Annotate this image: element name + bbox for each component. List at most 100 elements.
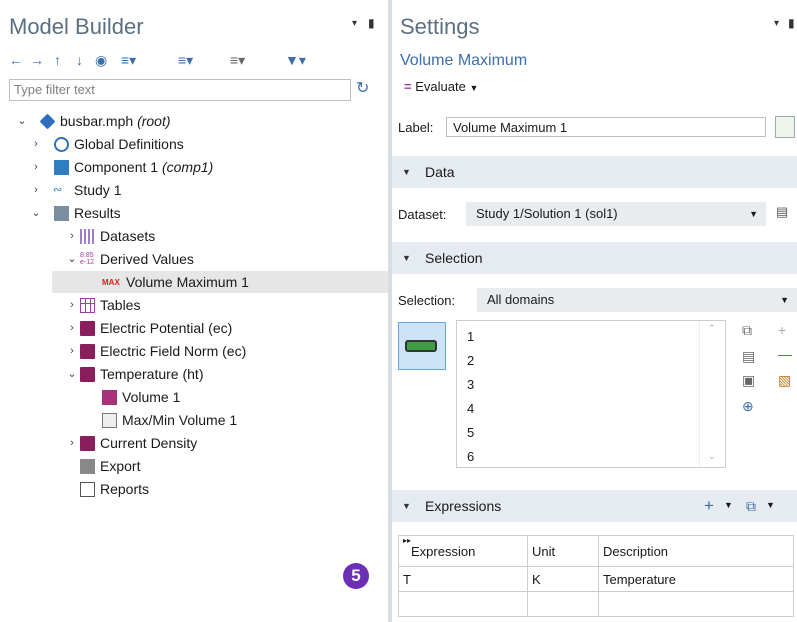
- domain-list[interactable]: 1 2 3 4 5 6: [456, 320, 726, 468]
- label-field-label: Label:: [398, 120, 434, 135]
- tree-node-label: busbar.mph (root): [60, 113, 171, 129]
- tree-node-label: Export: [100, 458, 141, 474]
- column-header-description[interactable]: Description: [598, 535, 794, 567]
- collapse-triangle-icon: ▼: [402, 501, 411, 511]
- add-node-icon[interactable]: ▼▾: [285, 52, 306, 69]
- panel-menu-icon[interactable]: ▾: [774, 18, 779, 29]
- forward-arrow-icon[interactable]: →: [30, 52, 44, 68]
- table-row[interactable]: T K Temperature: [398, 566, 794, 592]
- maxmin-volume-icon: [102, 413, 117, 428]
- tree-node-results[interactable]: ⌄ Results: [30, 202, 370, 224]
- tree-node-electric-potential[interactable]: › Electric Potential (ec): [52, 317, 372, 339]
- filter-box[interactable]: [9, 79, 351, 101]
- clipboard-icon[interactable]: ▣: [742, 372, 755, 389]
- list-scrollbar[interactable]: ⌃ ⌄: [699, 321, 726, 467]
- evaluate-button[interactable]: = Evaluate ▼: [404, 79, 478, 94]
- expand-chevron-icon[interactable]: ›: [30, 156, 42, 178]
- remove-from-selection-icon[interactable]: —: [778, 346, 792, 362]
- list-item[interactable]: 3: [467, 373, 474, 397]
- tree-node-volume-maximum[interactable]: MAX Volume Maximum 1: [52, 271, 388, 293]
- tree-node-export[interactable]: Export: [52, 455, 372, 477]
- refresh-icon[interactable]: ↻: [356, 78, 369, 98]
- tree-node-datasets[interactable]: › Datasets: [52, 225, 372, 247]
- expand-arrows-icon[interactable]: ▸▸: [403, 536, 411, 545]
- tree-node-derived-values[interactable]: ⌄ 8.85 e-12 Derived Values: [52, 248, 372, 270]
- list-item[interactable]: 6: [467, 445, 474, 469]
- edit-node-label-icon[interactable]: [775, 116, 795, 138]
- tree-node-component[interactable]: › Component 1 (comp1): [30, 156, 370, 178]
- add-expression-icon[interactable]: +: [704, 496, 714, 516]
- description-cell[interactable]: Temperature: [598, 566, 794, 592]
- tree-node-label: Global Definitions: [74, 136, 184, 152]
- expand-chevron-icon[interactable]: ›: [66, 225, 78, 247]
- expand-sections-icon[interactable]: ≡▾: [121, 52, 136, 69]
- unit-cell[interactable]: K: [527, 566, 599, 592]
- expand-chevron-icon[interactable]: ›: [66, 294, 78, 316]
- section-selection[interactable]: ▼ Selection: [392, 242, 797, 274]
- go-to-source-icon[interactable]: ▤: [776, 204, 788, 220]
- expand-chevron-icon[interactable]: ›: [66, 340, 78, 362]
- selection-select[interactable]: All domains ▼: [477, 288, 797, 312]
- tree-node-current-density[interactable]: › Current Density: [52, 432, 372, 454]
- filter-input[interactable]: [10, 80, 344, 98]
- clear-selection-icon[interactable]: ▧: [778, 372, 791, 389]
- list-item[interactable]: 4: [467, 397, 474, 421]
- move-up-icon[interactable]: ↑: [54, 52, 61, 68]
- scroll-up-icon[interactable]: ⌃: [708, 323, 716, 334]
- collapse-chevron-icon[interactable]: ⌄: [66, 363, 78, 385]
- expand-chevron-icon[interactable]: ›: [66, 432, 78, 454]
- collapse-icon[interactable]: ≡▾: [178, 52, 193, 69]
- collapse-chevron-icon[interactable]: ⌄: [30, 202, 42, 224]
- tree-node-electric-field-norm[interactable]: › Electric Field Norm (ec): [52, 340, 372, 362]
- section-expressions[interactable]: ▼ Expressions: [392, 490, 797, 522]
- chevron-down-icon[interactable]: ▼: [724, 500, 733, 510]
- tree-node-label: Datasets: [100, 228, 156, 244]
- copy-selection-icon[interactable]: ▤: [742, 348, 755, 365]
- back-arrow-icon[interactable]: ←: [9, 52, 23, 68]
- expand-chevron-icon[interactable]: ›: [30, 133, 42, 155]
- list-item[interactable]: 1: [467, 325, 474, 349]
- tree-node-study[interactable]: › ∾ Study 1: [30, 179, 370, 201]
- panel-menu-icon[interactable]: ▾: [352, 18, 357, 29]
- expression-cell[interactable]: [398, 591, 528, 617]
- plot-group-icon: [80, 436, 95, 451]
- paste-selection-icon[interactable]: ⧉: [742, 322, 752, 339]
- replace-expression-icon[interactable]: ⧉: [746, 498, 756, 515]
- tree-node-label: Tables: [100, 297, 141, 313]
- tree-node-global-definitions[interactable]: › Global Definitions: [30, 133, 370, 155]
- active-toggle-button[interactable]: [398, 322, 446, 370]
- unit-cell[interactable]: [527, 591, 599, 617]
- expression-cell[interactable]: T: [398, 566, 528, 592]
- section-title: Expressions: [425, 498, 502, 514]
- list-item[interactable]: 5: [467, 421, 474, 445]
- collapse-chevron-icon[interactable]: ⌄: [16, 110, 28, 132]
- add-to-selection-icon[interactable]: +: [778, 322, 786, 338]
- expand-chevron-icon[interactable]: ›: [66, 317, 78, 339]
- column-header-unit[interactable]: Unit: [527, 535, 599, 567]
- tree-node-root[interactable]: ⌄ busbar.mph (root): [16, 110, 376, 132]
- description-cell[interactable]: [598, 591, 794, 617]
- section-data[interactable]: ▼ Data: [392, 156, 797, 188]
- tree-node-volume[interactable]: Volume 1: [74, 386, 374, 408]
- chevron-down-icon[interactable]: ▼: [766, 500, 775, 510]
- dataset-select[interactable]: Study 1/Solution 1 (sol1) ▼: [466, 202, 766, 226]
- column-header-expression[interactable]: ▸▸ Expression: [398, 535, 528, 567]
- pin-icon[interactable]: ▮: [368, 16, 375, 30]
- scroll-down-icon[interactable]: ⌄: [708, 451, 716, 462]
- move-down-icon[interactable]: ↓: [76, 52, 83, 68]
- label-field[interactable]: Volume Maximum 1: [446, 117, 766, 137]
- tree-node-reports[interactable]: Reports: [52, 478, 372, 500]
- tree-node-tables[interactable]: › Tables: [52, 294, 372, 316]
- table-row[interactable]: [398, 591, 794, 617]
- pin-icon[interactable]: ▮: [788, 16, 795, 30]
- list-view-icon[interactable]: ≡▾: [230, 52, 245, 69]
- section-title: Data: [425, 164, 455, 180]
- show-icon[interactable]: ◉: [95, 52, 107, 69]
- tree-node-temperature[interactable]: ⌄ Temperature (ht): [52, 363, 372, 385]
- expand-chevron-icon[interactable]: ›: [30, 179, 42, 201]
- volume-plot-icon: [102, 390, 117, 405]
- collapse-chevron-icon[interactable]: ⌄: [66, 248, 78, 270]
- zoom-to-selection-icon[interactable]: ⊕: [742, 398, 754, 415]
- tree-node-maxmin-volume[interactable]: Max/Min Volume 1: [74, 409, 374, 431]
- list-item[interactable]: 2: [467, 349, 474, 373]
